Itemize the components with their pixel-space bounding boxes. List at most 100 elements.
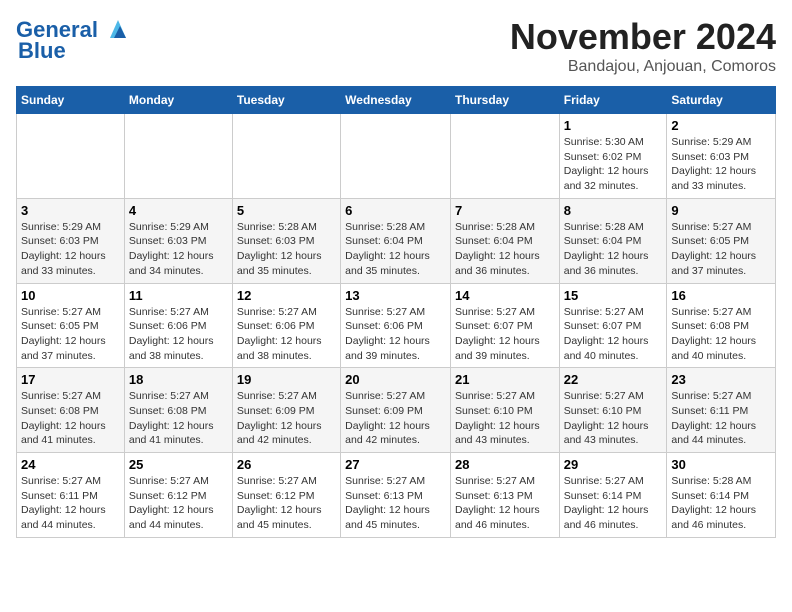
- day-cell: [17, 114, 125, 199]
- day-cell: 17 Sunrise: 5:27 AMSunset: 6:08 PMDayligh…: [17, 368, 125, 453]
- week-row-3: 17 Sunrise: 5:27 AMSunset: 6:08 PMDayligh…: [17, 368, 776, 453]
- day-info: Sunrise: 5:28 AMSunset: 6:03 PMDaylight:…: [237, 220, 336, 279]
- day-number: 22: [564, 372, 663, 387]
- day-cell: [232, 114, 340, 199]
- day-info: Sunrise: 5:29 AMSunset: 6:03 PMDaylight:…: [671, 135, 771, 194]
- day-number: 11: [129, 288, 228, 303]
- day-cell: 2 Sunrise: 5:29 AMSunset: 6:03 PMDaylight…: [667, 114, 776, 199]
- day-info: Sunrise: 5:29 AMSunset: 6:03 PMDaylight:…: [21, 220, 120, 279]
- header-friday: Friday: [559, 87, 667, 114]
- day-cell: 19Sunrise: 5:27 AMSunset: 6:09 PMDayligh…: [232, 368, 340, 453]
- day-info: Sunrise: 5:27 AMSunset: 6:13 PMDaylight:…: [345, 474, 446, 533]
- day-info: Sunrise: 5:27 AMSunset: 6:12 PMDaylight:…: [129, 474, 228, 533]
- day-number: 2: [671, 118, 771, 133]
- day-number: 7: [455, 203, 555, 218]
- day-cell: 16 Sunrise: 5:27 AMSunset: 6:08 PMDayligh…: [667, 283, 776, 368]
- day-info: Sunrise: 5:27 AMSunset: 6:12 PMDaylight:…: [237, 474, 336, 533]
- day-info: Sunrise: 5:27 AMSunset: 6:06 PMDaylight:…: [237, 305, 336, 364]
- day-info: Sunrise: 5:27 AMSunset: 6:06 PMDaylight:…: [129, 305, 228, 364]
- month-title: November 2024: [510, 16, 776, 58]
- day-number: 21: [455, 372, 555, 387]
- header-sunday: Sunday: [17, 87, 125, 114]
- day-number: 26: [237, 457, 336, 472]
- day-cell: 4Sunrise: 5:29 AMSunset: 6:03 PMDaylight…: [124, 198, 232, 283]
- day-info: Sunrise: 5:27 AMSunset: 6:13 PMDaylight:…: [455, 474, 555, 533]
- day-info: Sunrise: 5:27 AMSunset: 6:09 PMDaylight:…: [345, 389, 446, 448]
- day-cell: 28 Sunrise: 5:27 AMSunset: 6:13 PMDayligh…: [450, 453, 559, 538]
- day-number: 30: [671, 457, 771, 472]
- day-info: Sunrise: 5:27 AMSunset: 6:07 PMDaylight:…: [564, 305, 663, 364]
- day-cell: 23 Sunrise: 5:27 AMSunset: 6:11 PMDayligh…: [667, 368, 776, 453]
- header-saturday: Saturday: [667, 87, 776, 114]
- day-cell: 15 Sunrise: 5:27 AMSunset: 6:07 PMDayligh…: [559, 283, 667, 368]
- day-cell: 24 Sunrise: 5:27 AMSunset: 6:11 PMDayligh…: [17, 453, 125, 538]
- day-info: Sunrise: 5:28 AMSunset: 6:04 PMDaylight:…: [345, 220, 446, 279]
- day-cell: 11 Sunrise: 5:27 AMSunset: 6:06 PMDayligh…: [124, 283, 232, 368]
- week-row-1: 3 Sunrise: 5:29 AMSunset: 6:03 PMDaylight…: [17, 198, 776, 283]
- day-cell: 7Sunrise: 5:28 AMSunset: 6:04 PMDaylight…: [450, 198, 559, 283]
- day-number: 28: [455, 457, 555, 472]
- week-row-0: 1Sunrise: 5:30 AMSunset: 6:02 PMDaylight…: [17, 114, 776, 199]
- day-number: 8: [564, 203, 663, 218]
- day-number: 15: [564, 288, 663, 303]
- day-cell: 18Sunrise: 5:27 AMSunset: 6:08 PMDayligh…: [124, 368, 232, 453]
- day-cell: [450, 114, 559, 199]
- day-cell: 25 Sunrise: 5:27 AMSunset: 6:12 PMDayligh…: [124, 453, 232, 538]
- day-cell: 26 Sunrise: 5:27 AMSunset: 6:12 PMDayligh…: [232, 453, 340, 538]
- day-cell: 12 Sunrise: 5:27 AMSunset: 6:06 PMDayligh…: [232, 283, 340, 368]
- logo-icon: [100, 16, 130, 44]
- day-info: Sunrise: 5:27 AMSunset: 6:05 PMDaylight:…: [671, 220, 771, 279]
- day-info: Sunrise: 5:27 AMSunset: 6:10 PMDaylight:…: [455, 389, 555, 448]
- day-number: 23: [671, 372, 771, 387]
- day-cell: 9Sunrise: 5:27 AMSunset: 6:05 PMDaylight…: [667, 198, 776, 283]
- day-cell: 3 Sunrise: 5:29 AMSunset: 6:03 PMDaylight…: [17, 198, 125, 283]
- day-info: Sunrise: 5:27 AMSunset: 6:08 PMDaylight:…: [21, 389, 120, 448]
- header-monday: Monday: [124, 87, 232, 114]
- day-info: Sunrise: 5:28 AMSunset: 6:04 PMDaylight:…: [564, 220, 663, 279]
- day-info: Sunrise: 5:27 AMSunset: 6:06 PMDaylight:…: [345, 305, 446, 364]
- location-title: Bandajou, Anjouan, Comoros: [510, 58, 776, 76]
- day-number: 1: [564, 118, 663, 133]
- day-info: Sunrise: 5:28 AMSunset: 6:14 PMDaylight:…: [671, 474, 771, 533]
- day-cell: 29Sunrise: 5:27 AMSunset: 6:14 PMDayligh…: [559, 453, 667, 538]
- day-number: 16: [671, 288, 771, 303]
- day-info: Sunrise: 5:27 AMSunset: 6:11 PMDaylight:…: [21, 474, 120, 533]
- day-info: Sunrise: 5:27 AMSunset: 6:08 PMDaylight:…: [671, 305, 771, 364]
- week-row-2: 10Sunrise: 5:27 AMSunset: 6:05 PMDayligh…: [17, 283, 776, 368]
- day-info: Sunrise: 5:27 AMSunset: 6:14 PMDaylight:…: [564, 474, 663, 533]
- title-area: November 2024 Bandajou, Anjouan, Comoros: [510, 16, 776, 76]
- logo: General Blue: [16, 16, 130, 64]
- day-number: 25: [129, 457, 228, 472]
- day-cell: 30 Sunrise: 5:28 AMSunset: 6:14 PMDayligh…: [667, 453, 776, 538]
- day-cell: 20 Sunrise: 5:27 AMSunset: 6:09 PMDayligh…: [341, 368, 451, 453]
- day-number: 12: [237, 288, 336, 303]
- day-info: Sunrise: 5:27 AMSunset: 6:07 PMDaylight:…: [455, 305, 555, 364]
- day-number: 17: [21, 372, 120, 387]
- week-row-4: 24 Sunrise: 5:27 AMSunset: 6:11 PMDayligh…: [17, 453, 776, 538]
- header-row: SundayMondayTuesdayWednesdayThursdayFrid…: [17, 87, 776, 114]
- day-number: 14: [455, 288, 555, 303]
- day-number: 10: [21, 288, 120, 303]
- day-info: Sunrise: 5:27 AMSunset: 6:11 PMDaylight:…: [671, 389, 771, 448]
- day-cell: 8 Sunrise: 5:28 AMSunset: 6:04 PMDaylight…: [559, 198, 667, 283]
- day-info: Sunrise: 5:29 AMSunset: 6:03 PMDaylight:…: [129, 220, 228, 279]
- day-number: 27: [345, 457, 446, 472]
- day-cell: 22Sunrise: 5:27 AMSunset: 6:10 PMDayligh…: [559, 368, 667, 453]
- day-cell: [341, 114, 451, 199]
- day-cell: 6 Sunrise: 5:28 AMSunset: 6:04 PMDaylight…: [341, 198, 451, 283]
- header-wednesday: Wednesday: [341, 87, 451, 114]
- day-cell: 1Sunrise: 5:30 AMSunset: 6:02 PMDaylight…: [559, 114, 667, 199]
- day-number: 3: [21, 203, 120, 218]
- header-thursday: Thursday: [450, 87, 559, 114]
- day-number: 6: [345, 203, 446, 218]
- day-cell: [124, 114, 232, 199]
- day-cell: 13 Sunrise: 5:27 AMSunset: 6:06 PMDayligh…: [341, 283, 451, 368]
- day-cell: 10Sunrise: 5:27 AMSunset: 6:05 PMDayligh…: [17, 283, 125, 368]
- day-cell: 27 Sunrise: 5:27 AMSunset: 6:13 PMDayligh…: [341, 453, 451, 538]
- day-number: 20: [345, 372, 446, 387]
- day-number: 24: [21, 457, 120, 472]
- day-cell: 14 Sunrise: 5:27 AMSunset: 6:07 PMDayligh…: [450, 283, 559, 368]
- day-number: 13: [345, 288, 446, 303]
- day-number: 18: [129, 372, 228, 387]
- day-info: Sunrise: 5:27 AMSunset: 6:09 PMDaylight:…: [237, 389, 336, 448]
